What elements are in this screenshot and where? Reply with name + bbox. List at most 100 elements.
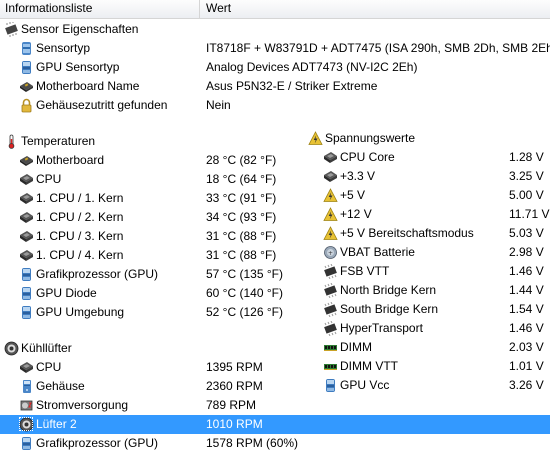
sensor-value: 1.28 V [509,150,544,164]
sensor-row[interactable]: DIMM VTT 1.01 V [306,357,550,376]
column-header-name[interactable]: Informationsliste [0,0,200,18]
sensor-label: Gehäuse [36,379,85,393]
group-label: Spannungswerte [325,131,416,145]
sensor-value: 28 °C (82 °F) [206,153,277,167]
sensor-value: IT8718F + W83791D + ADT7475 (ISA 290h, S… [206,41,550,55]
sensor-value: 2.98 V [509,245,544,259]
chip-icon [4,22,19,37]
sensor-label: CPU [36,172,62,186]
cpu-icon [323,150,338,165]
gpu-icon [19,436,34,451]
gpu-icon [323,378,338,393]
sensor-row[interactable]: +5 V Bereitschaftsmodus 5.03 V [306,224,550,243]
sensor-row[interactable]: + VBAT Batterie 2.98 V [306,243,550,262]
chipset-icon [323,301,338,318]
sensor-row[interactable]: HyperTransport 1.46 V [306,319,550,338]
sensor-row[interactable]: Stromversorgung 789 RPM [0,396,550,415]
sensor-row[interactable]: +3.3 V 3.25 V [306,167,550,186]
sensor-label: Stromversorgung [36,398,129,412]
cpu-icon [19,360,34,375]
sensor-row[interactable]: Gehäusezutritt gefunden Nein [0,96,550,115]
group-label: Sensor Eigenschaften [21,22,139,36]
sensor-value: 1.54 V [509,302,544,316]
sensor-label: VBAT Batterie [340,245,415,259]
motherboard-icon [19,79,34,94]
sensor-label: +5 V Bereitschaftsmodus [340,226,474,240]
sensor-label: DIMM VTT [340,359,398,373]
sensor-label: GPU Sensortyp [36,60,120,74]
memory-icon [323,359,338,374]
sensor-value: 34 °C (93 °F) [206,210,277,224]
sensor-value: 3.26 V [509,378,544,392]
sensor-value: 3.25 V [509,169,544,183]
sensor-row[interactable]: +5 V 5.00 V [306,186,550,205]
sensor-row[interactable]: FSB VTT 1.46 V [306,262,550,281]
group-label: Temperaturen [21,134,96,148]
sensor-value: 1.01 V [509,359,544,373]
column-header-value[interactable]: Wert [201,0,550,18]
chipset-icon [323,320,338,337]
sensor-label: HyperTransport [340,321,423,335]
group-header[interactable]: Spannungswerte [306,129,550,148]
power-supply-icon [19,398,34,413]
case-icon [19,379,34,394]
sensor-label: Grafikprozessor (GPU) [36,436,159,450]
sensor-value: 18 °C (64 °F) [206,172,277,186]
sensor-icon [19,41,34,56]
sensor-value: 5.00 V [509,188,544,202]
gpu-icon [19,305,34,320]
sensor-row[interactable]: +12 V 11.71 V [306,205,550,224]
sensor-label: Gehäusezutritt gefunden [36,98,168,112]
sensor-value: 1010 RPM [206,417,263,431]
sensor-row[interactable]: Lüfter 2 1010 RPM [0,415,550,434]
cpu-icon [19,172,34,187]
sensor-value: 2360 RPM [206,379,263,393]
sensor-value: 1.44 V [509,283,544,297]
sensor-row[interactable]: CPU Core 1.28 V [306,148,550,167]
voltage-warning-icon [323,226,338,241]
sensor-label: +5 V [340,188,366,202]
cpu-icon [323,169,338,184]
sensor-label: North Bridge Kern [340,283,437,297]
voltage-warning-icon [308,131,323,146]
sensor-label: Grafikprozessor (GPU) [36,267,159,281]
sensor-label: 1. CPU / 3. Kern [36,229,124,243]
sensor-row[interactable]: GPU Vcc 3.26 V [306,376,550,395]
thermometer-icon [4,134,19,149]
sensor-label: DIMM [340,340,372,354]
memory-icon [323,340,338,355]
sensor-row[interactable]: Sensortyp IT8718F + W83791D + ADT7475 (IS… [0,39,550,58]
cpu-icon [19,191,34,206]
sensor-value: 11.71 V [509,207,550,221]
sensor-row[interactable]: Motherboard Name Asus P5N32-E / Striker E… [0,77,550,96]
sensor-row[interactable]: South Bridge Kern 1.54 V [306,300,550,319]
sensor-row[interactable]: Grafikprozessor (GPU) 1578 RPM (60%) [0,434,550,453]
fan-icon [4,341,19,356]
motherboard-icon [19,153,34,168]
sensor-row[interactable]: DIMM 2.03 V [306,338,550,357]
sensor-value: Nein [206,98,231,112]
sensor-label: GPU Diode [36,286,97,300]
gpu-icon [19,286,34,301]
chipset-icon [323,263,338,280]
sensor-label: South Bridge Kern [340,302,439,316]
group-header[interactable]: Sensor Eigenschaften [0,20,550,39]
sensor-label: Motherboard [36,153,105,167]
cpu-icon [19,229,34,244]
sensor-value: 1395 RPM [206,360,263,374]
sensor-label: CPU Core [340,150,395,164]
sensor-value: 1578 RPM (60%) [206,436,299,450]
sensor-value: 1.46 V [509,264,544,278]
gpu-icon [19,267,34,282]
sensor-value: 60 °C (140 °F) [206,286,283,300]
sensor-value: 52 °C (126 °F) [206,305,283,319]
sensor-row[interactable]: GPU Sensortyp Analog Devices ADT7473 (NV-… [0,58,550,77]
sensor-value: Analog Devices ADT7473 (NV-I2C 2Eh) [206,60,418,74]
cpu-icon [19,248,34,263]
sensor-label: GPU Vcc [340,378,390,392]
cpu-icon [19,210,34,225]
sensor-value: 1.46 V [509,321,544,335]
sensor-label: +3.3 V [340,169,376,183]
sensor-value: 31 °C (88 °F) [206,229,277,243]
sensor-row[interactable]: North Bridge Kern 1.44 V [306,281,550,300]
